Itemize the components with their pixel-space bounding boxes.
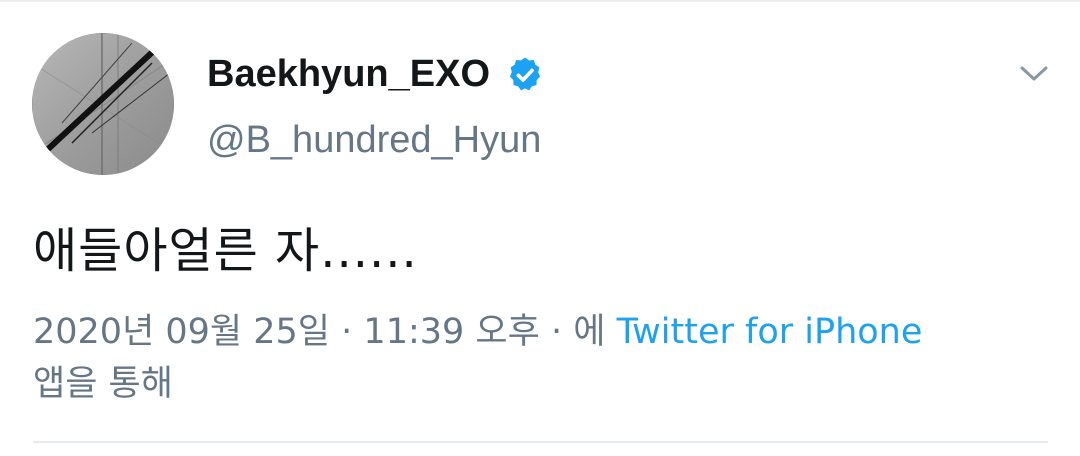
source-suffix: 앱을 통해 bbox=[33, 364, 173, 404]
tweet-text: 애들아얼른 자...... bbox=[33, 223, 418, 279]
tweet-meta: 2020년 09월 25일 · 11:39 오후 · 에 Twitter for… bbox=[33, 306, 1033, 410]
bottom-divider bbox=[33, 441, 1048, 443]
avatar[interactable] bbox=[32, 33, 174, 175]
tweet-time[interactable]: 11:39 오후 bbox=[363, 312, 539, 352]
source-prefix: 에 bbox=[573, 312, 606, 352]
verified-badge-icon bbox=[510, 57, 540, 91]
chevron-down-icon[interactable] bbox=[1016, 58, 1052, 88]
tweet-date[interactable]: 2020년 09월 25일 bbox=[33, 312, 330, 352]
source-link[interactable]: Twitter for iPhone bbox=[617, 312, 923, 352]
meta-separator: · bbox=[550, 312, 563, 352]
handle[interactable]: @B_hundred_Hyun bbox=[207, 116, 541, 164]
meta-separator: · bbox=[341, 312, 353, 352]
display-name[interactable]: Baekhyun_EXO bbox=[207, 50, 490, 98]
avatar-image bbox=[32, 33, 174, 175]
top-divider bbox=[0, 0, 1080, 2]
